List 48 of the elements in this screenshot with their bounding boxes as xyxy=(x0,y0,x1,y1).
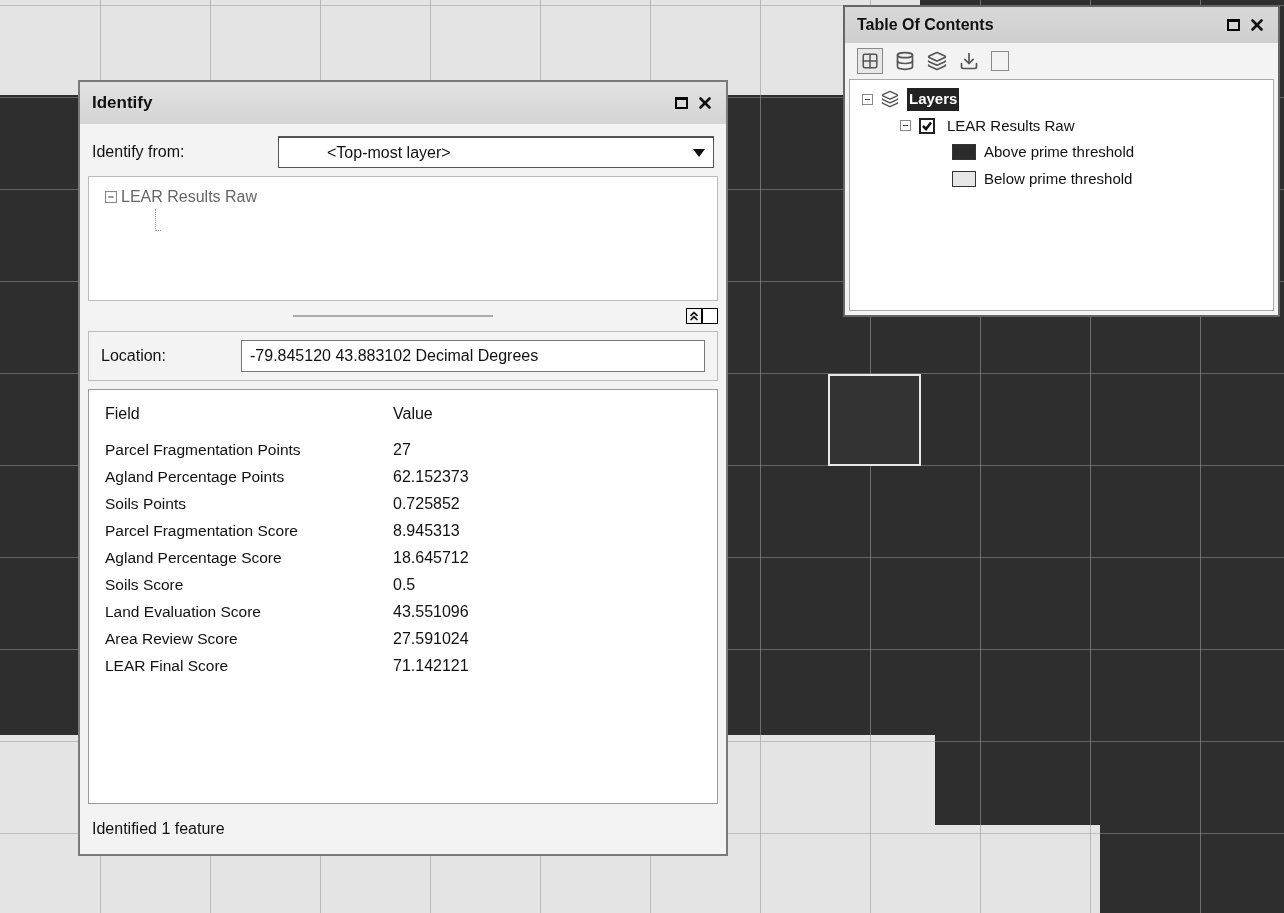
field-value: 62.152373 xyxy=(393,466,469,487)
field-value: 0.725852 xyxy=(393,493,460,514)
identify-from-label: Identify from: xyxy=(92,142,186,162)
legend-label: Above prime threshold xyxy=(984,142,1135,162)
maximize-icon[interactable] xyxy=(675,97,688,109)
layer-dropdown[interactable]: <Top-most layer> xyxy=(278,136,714,168)
collapse-icon[interactable] xyxy=(900,120,911,132)
field-name: Area Review Score xyxy=(105,628,239,649)
dropdown-arrow-icon xyxy=(693,148,705,157)
database-icon[interactable] xyxy=(895,51,915,71)
splitter-handle[interactable] xyxy=(293,315,493,317)
field-name: Parcel Fragmentation Score xyxy=(105,520,299,541)
field-name: Parcel Fragmentation Points xyxy=(105,439,302,460)
layer-checkbox[interactable] xyxy=(919,117,935,134)
field-value: 43.551096 xyxy=(393,601,469,622)
field-name: Land Evaluation Score xyxy=(105,601,262,622)
layers-icon[interactable] xyxy=(927,51,947,71)
status-text: Identified 1 feature xyxy=(92,819,225,839)
field-value: 71.142121 xyxy=(393,655,469,676)
window-title: Identify xyxy=(92,92,153,115)
field-name: LEAR Final Score xyxy=(105,655,230,676)
close-icon[interactable] xyxy=(696,94,714,112)
tree-item[interactable]: LEAR Results Raw xyxy=(947,114,1075,137)
location-label: Location: xyxy=(101,346,167,366)
tree-item[interactable]: Layers xyxy=(907,88,960,111)
window-title: Table Of Contents xyxy=(857,15,994,35)
field-value: 0.5 xyxy=(393,574,416,595)
location-field[interactable]: -79.845120 43.883102 Decimal Degrees xyxy=(241,340,705,372)
layers-icon xyxy=(881,90,899,109)
grid-icon[interactable] xyxy=(857,48,883,74)
column-header: Value xyxy=(393,404,433,424)
field-name: Soils Points xyxy=(105,493,187,514)
collapse-up-icon[interactable] xyxy=(686,308,702,324)
collapse-icon[interactable] xyxy=(862,93,873,105)
column-header: Field xyxy=(105,404,141,424)
field-value: 27.591024 xyxy=(393,628,469,649)
tree-line-icon xyxy=(155,209,161,231)
download-icon[interactable] xyxy=(959,51,979,71)
maximize-icon[interactable] xyxy=(1227,19,1240,31)
tree-item[interactable]: LEAR Results Raw xyxy=(121,185,258,209)
field-name: Soils Score xyxy=(105,574,185,595)
field-value: 27 xyxy=(393,439,411,460)
field-name: Agland Percentage Points xyxy=(105,466,286,487)
field-value: 8.945313 xyxy=(393,520,460,541)
field-value: 18.645712 xyxy=(393,547,469,568)
close-icon[interactable] xyxy=(1248,16,1266,34)
legend-label: Below prime threshold xyxy=(984,168,1133,189)
field-name: Agland Percentage Score xyxy=(105,547,283,568)
